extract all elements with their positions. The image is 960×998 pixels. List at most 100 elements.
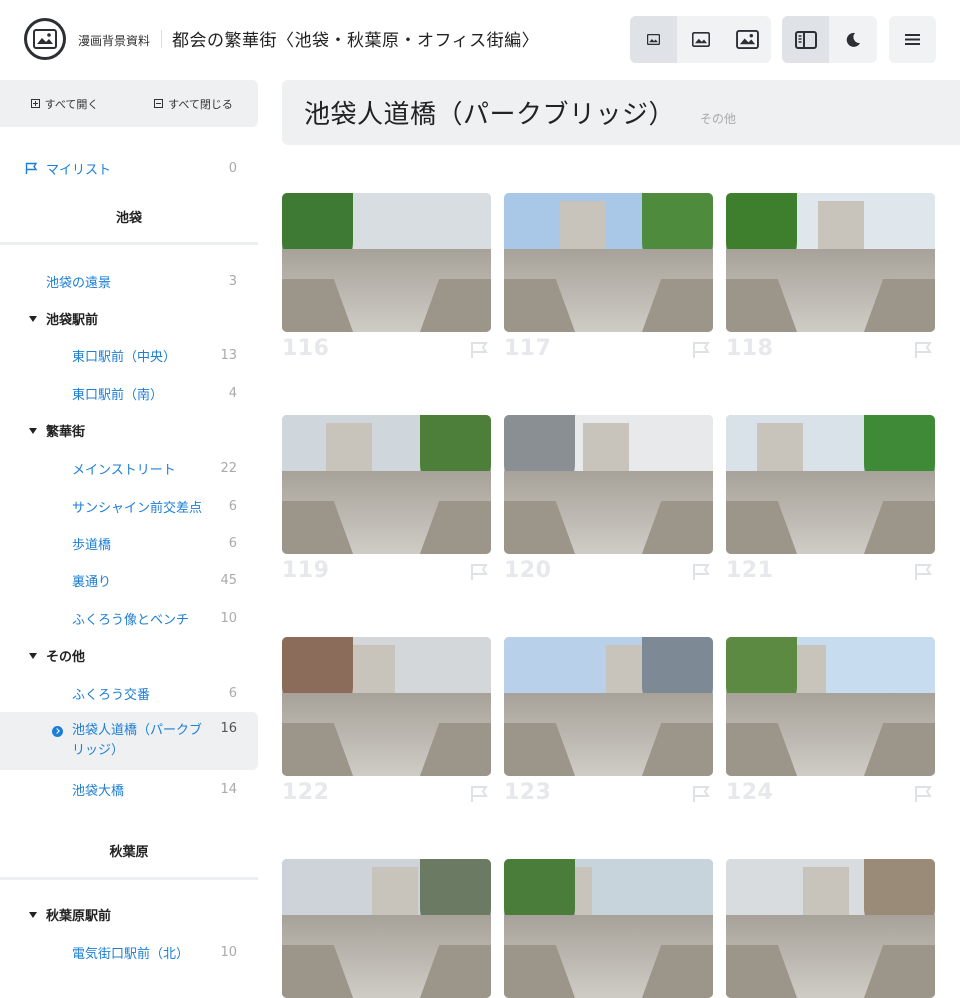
collapse-all-button[interactable]: すべて閉じる <box>129 80 258 127</box>
photo-thumbnail[interactable] <box>504 193 713 332</box>
photo-number: 116 <box>282 336 330 361</box>
page-title: 都会の繁華街〈池袋・秋葉原・オフィス街編〉 <box>172 31 540 51</box>
flag-icon[interactable] <box>469 341 489 359</box>
sidebar-item-label: マイリスト <box>46 163 112 178</box>
sidebar-item-mylist[interactable]: マイリスト 0 <box>0 150 258 187</box>
sidebar-item-active[interactable]: 池袋人道橋（パークブリッジ） 16 <box>0 712 258 770</box>
photo-thumbnail[interactable] <box>726 415 935 554</box>
photo-thumbnail[interactable] <box>726 193 935 332</box>
photo-thumbnail[interactable] <box>726 637 935 776</box>
section-divider <box>0 242 258 245</box>
view-options <box>782 16 877 63</box>
sidebar-item[interactable]: 池袋の遠景 3 <box>0 263 258 300</box>
photo-number: 117 <box>504 336 552 361</box>
sidebar-folder[interactable]: その他 <box>0 637 258 674</box>
sidebar-item-label: メインストリート <box>72 463 176 478</box>
sidebar-item-label: 東口駅前（中央） <box>72 350 177 365</box>
sidebar-item-count: 14 <box>220 782 237 797</box>
sidebar-item-count: 3 <box>228 274 237 289</box>
flag-icon[interactable] <box>469 563 489 581</box>
sidebar-toggle-icon[interactable] <box>782 16 829 63</box>
sidebar-item-label: ふくろう交番 <box>72 688 151 703</box>
sidebar-item[interactable]: 池袋大橋 14 <box>0 771 258 808</box>
sidebar-item-count: 45 <box>220 573 237 588</box>
flag-icon[interactable] <box>913 785 933 803</box>
sidebar-item-label: 裏通り <box>72 575 112 590</box>
sidebar-item[interactable]: 裏通り 45 <box>0 562 258 599</box>
sidebar-folder[interactable]: 池袋駅前 <box>0 300 258 337</box>
expand-all-label: すべて開く <box>44 97 99 111</box>
photo-thumbnail[interactable] <box>504 859 713 998</box>
sidebar-item[interactable]: 東口駅前（南） 4 <box>0 375 258 412</box>
flag-icon[interactable] <box>691 563 711 581</box>
sidebar-item-label: 池袋の遠景 <box>46 276 112 291</box>
photo-number: 121 <box>726 558 774 583</box>
sidebar-item-label: サンシャイン前交差点 <box>72 501 203 516</box>
photo-number: 120 <box>504 558 552 583</box>
caret-down-icon <box>29 427 37 434</box>
expand-all-button[interactable]: すべて開く <box>0 80 129 127</box>
flag-icon[interactable] <box>469 785 489 803</box>
photo-thumbnail[interactable] <box>726 859 935 998</box>
photo-number: 119 <box>282 558 330 583</box>
sidebar-item-count: 13 <box>220 348 237 363</box>
sidebar-item-count: 0 <box>228 161 237 176</box>
flag-icon[interactable] <box>691 341 711 359</box>
dark-mode-icon[interactable] <box>829 16 876 63</box>
photo-number: 123 <box>504 780 552 805</box>
sidebar-item-count: 10 <box>220 945 237 960</box>
sidebar-item[interactable]: 歩道橋 6 <box>0 525 258 562</box>
photo-thumbnail[interactable] <box>282 193 491 332</box>
section-title: 池袋 <box>115 211 142 226</box>
flag-icon[interactable] <box>913 563 933 581</box>
sidebar-item-count: 6 <box>228 536 237 551</box>
site-name[interactable]: 漫画背景資料 <box>78 32 150 49</box>
menu-icon[interactable] <box>889 16 936 63</box>
image-large-icon[interactable] <box>724 16 771 63</box>
sidebar-item-count: 4 <box>228 386 237 401</box>
photo-thumbnail[interactable] <box>282 415 491 554</box>
sidebar-item-label: 池袋人道橋（パークブリッジ） <box>72 723 203 758</box>
sidebar-item[interactable]: 電気街口駅前（北） 10 <box>0 934 258 971</box>
sidebar-item-label: 歩道橋 <box>72 538 112 553</box>
sidebar-item-count: 6 <box>228 686 237 701</box>
image-size-toggle <box>630 16 771 63</box>
content-title: 池袋人道橋（パークブリッジ） <box>304 100 676 130</box>
section-divider <box>0 877 258 880</box>
sidebar-folder-label: 繁華街 <box>46 425 86 440</box>
logo-image-icon[interactable] <box>24 18 66 60</box>
caret-down-icon <box>29 652 37 659</box>
sidebar-item-label: ふくろう像とベンチ <box>72 613 190 628</box>
sidebar-item-count: 10 <box>220 611 237 626</box>
sidebar-item[interactable]: ふくろう交番 6 <box>0 675 258 712</box>
category-label[interactable]: その他 <box>700 110 736 127</box>
photo-thumbnail[interactable] <box>282 859 491 998</box>
flag-icon[interactable] <box>691 785 711 803</box>
menu-button[interactable] <box>889 16 936 63</box>
sidebar-item[interactable]: サンシャイン前交差点 6 <box>0 488 258 525</box>
image-medium-icon[interactable] <box>677 16 724 63</box>
photo-thumbnail[interactable] <box>282 637 491 776</box>
chevron-right-circle-icon <box>52 726 63 737</box>
sidebar-item[interactable]: 東口駅前（中央） 13 <box>0 337 258 374</box>
sidebar-folder[interactable]: 秋葉原駅前 <box>0 896 258 933</box>
photo-number: 124 <box>726 780 774 805</box>
photo-thumbnail[interactable] <box>504 637 713 776</box>
sidebar-item-count: 16 <box>220 721 237 736</box>
sidebar-item-count: 22 <box>220 461 237 476</box>
caret-down-icon <box>29 315 37 322</box>
photo-number: 122 <box>282 780 330 805</box>
sidebar-item[interactable]: ふくろう像とベンチ 10 <box>0 600 258 637</box>
flag-icon[interactable] <box>913 341 933 359</box>
sidebar-folder-label: 秋葉原駅前 <box>46 909 112 924</box>
app-header: 漫画背景資料 都会の繁華街〈池袋・秋葉原・オフィス街編〉 <box>0 0 960 80</box>
sidebar-item-label: 池袋大橋 <box>72 784 125 799</box>
sidebar-item[interactable]: メインストリート 22 <box>0 450 258 487</box>
flag-icon <box>25 162 38 174</box>
sidebar-item-label: 東口駅前（南） <box>72 388 164 403</box>
plus-square-icon <box>30 99 40 108</box>
photo-thumbnail[interactable] <box>504 415 713 554</box>
image-small-icon[interactable] <box>630 16 677 63</box>
content-header: 池袋人道橋（パークブリッジ） その他 <box>282 80 960 145</box>
sidebar-folder[interactable]: 繁華街 <box>0 412 258 449</box>
